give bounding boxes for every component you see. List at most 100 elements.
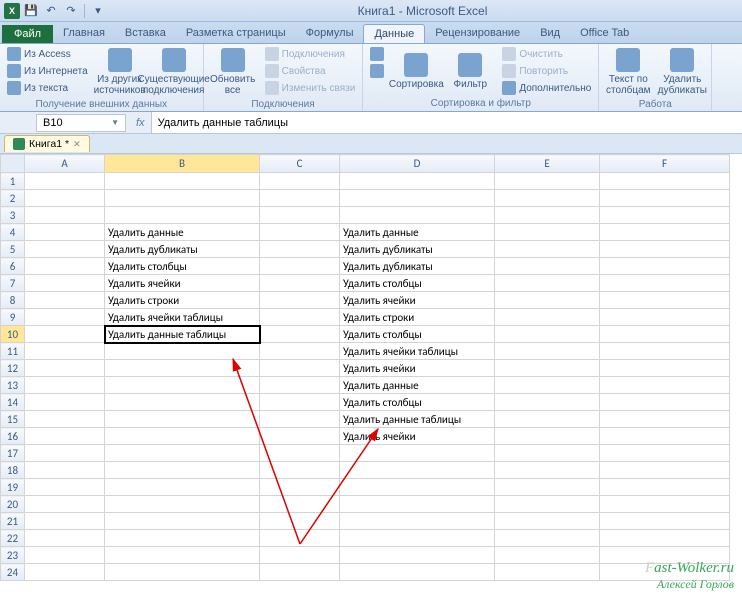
cell-D14[interactable]: Удалить столбцы <box>340 394 495 411</box>
cell-B22[interactable] <box>105 530 260 547</box>
cell-B1[interactable] <box>105 173 260 190</box>
cell-C3[interactable] <box>260 207 340 224</box>
column-header-B[interactable]: B <box>105 155 260 173</box>
cell-E10[interactable] <box>495 326 600 343</box>
cell-A22[interactable] <box>25 530 105 547</box>
cell-F13[interactable] <box>600 377 730 394</box>
cell-F20[interactable] <box>600 496 730 513</box>
sort-button[interactable]: Сортировка <box>391 46 441 97</box>
filter-button[interactable]: Фильтр <box>445 46 495 97</box>
cell-E18[interactable] <box>495 462 600 479</box>
cell-F10[interactable] <box>600 326 730 343</box>
cell-B16[interactable] <box>105 428 260 445</box>
from-web-button[interactable]: Из Интернета <box>4 63 91 79</box>
refresh-all-button[interactable]: Обновить все <box>208 46 258 98</box>
cell-A17[interactable] <box>25 445 105 462</box>
cell-C10[interactable] <box>260 326 340 343</box>
cell-D5[interactable]: Удалить дубликаты <box>340 241 495 258</box>
cell-D6[interactable]: Удалить дубликаты <box>340 258 495 275</box>
column-header-F[interactable]: F <box>600 155 730 173</box>
cell-C14[interactable] <box>260 394 340 411</box>
cell-D21[interactable] <box>340 513 495 530</box>
cell-A2[interactable] <box>25 190 105 207</box>
cell-E1[interactable] <box>495 173 600 190</box>
row-header-4[interactable]: 4 <box>1 224 25 241</box>
cell-A14[interactable] <box>25 394 105 411</box>
cell-D23[interactable] <box>340 547 495 564</box>
cell-B23[interactable] <box>105 547 260 564</box>
cell-C24[interactable] <box>260 564 340 581</box>
connections-button[interactable]: Подключения <box>262 46 359 62</box>
cell-D3[interactable] <box>340 207 495 224</box>
file-tab[interactable]: Файл <box>2 25 53 43</box>
cell-A16[interactable] <box>25 428 105 445</box>
row-header-13[interactable]: 13 <box>1 377 25 394</box>
row-header-11[interactable]: 11 <box>1 343 25 360</box>
cell-C8[interactable] <box>260 292 340 309</box>
cell-B9[interactable]: Удалить ячейки таблицы <box>105 309 260 326</box>
ribbon-tab-данные[interactable]: Данные <box>363 24 425 43</box>
cell-D15[interactable]: Удалить данные таблицы <box>340 411 495 428</box>
cell-D1[interactable] <box>340 173 495 190</box>
cell-C21[interactable] <box>260 513 340 530</box>
row-header-10[interactable]: 10 <box>1 326 25 343</box>
ribbon-tab-формулы[interactable]: Формулы <box>296 24 364 43</box>
cell-B2[interactable] <box>105 190 260 207</box>
cell-A12[interactable] <box>25 360 105 377</box>
cell-F17[interactable] <box>600 445 730 462</box>
cell-B8[interactable]: Удалить строки <box>105 292 260 309</box>
cell-F5[interactable] <box>600 241 730 258</box>
remove-duplicates-button[interactable]: Удалить дубликаты <box>657 46 707 98</box>
cell-A9[interactable] <box>25 309 105 326</box>
cell-C4[interactable] <box>260 224 340 241</box>
cell-C16[interactable] <box>260 428 340 445</box>
cell-E22[interactable] <box>495 530 600 547</box>
cell-E21[interactable] <box>495 513 600 530</box>
fx-icon[interactable]: fx <box>130 117 151 129</box>
row-header-8[interactable]: 8 <box>1 292 25 309</box>
row-header-20[interactable]: 20 <box>1 496 25 513</box>
row-header-15[interactable]: 15 <box>1 411 25 428</box>
cell-B12[interactable] <box>105 360 260 377</box>
cell-E19[interactable] <box>495 479 600 496</box>
cell-B17[interactable] <box>105 445 260 462</box>
cell-E11[interactable] <box>495 343 600 360</box>
cell-A8[interactable] <box>25 292 105 309</box>
cell-A21[interactable] <box>25 513 105 530</box>
cell-B24[interactable] <box>105 564 260 581</box>
cell-F18[interactable] <box>600 462 730 479</box>
cell-E14[interactable] <box>495 394 600 411</box>
ribbon-tab-разметка-страницы[interactable]: Разметка страницы <box>176 24 296 43</box>
cell-F21[interactable] <box>600 513 730 530</box>
cell-B6[interactable]: Удалить столбцы <box>105 258 260 275</box>
column-header-C[interactable]: C <box>260 155 340 173</box>
from-access-button[interactable]: Из Access <box>4 46 91 62</box>
cell-A6[interactable] <box>25 258 105 275</box>
namebox-dropdown-icon[interactable]: ▼ <box>111 118 119 127</box>
cell-A24[interactable] <box>25 564 105 581</box>
cell-E7[interactable] <box>495 275 600 292</box>
cell-F8[interactable] <box>600 292 730 309</box>
cell-E5[interactable] <box>495 241 600 258</box>
ribbon-tab-вставка[interactable]: Вставка <box>115 24 176 43</box>
cell-F22[interactable] <box>600 530 730 547</box>
cell-A20[interactable] <box>25 496 105 513</box>
cell-B4[interactable]: Удалить данные <box>105 224 260 241</box>
cell-D18[interactable] <box>340 462 495 479</box>
cell-C7[interactable] <box>260 275 340 292</box>
cell-C19[interactable] <box>260 479 340 496</box>
cell-D2[interactable] <box>340 190 495 207</box>
row-header-24[interactable]: 24 <box>1 564 25 581</box>
cell-C23[interactable] <box>260 547 340 564</box>
cell-E6[interactable] <box>495 258 600 275</box>
cell-A15[interactable] <box>25 411 105 428</box>
cell-B5[interactable]: Удалить дубликаты <box>105 241 260 258</box>
cell-C22[interactable] <box>260 530 340 547</box>
cell-D16[interactable]: Удалить ячейки <box>340 428 495 445</box>
cell-A19[interactable] <box>25 479 105 496</box>
cell-A13[interactable] <box>25 377 105 394</box>
cell-F12[interactable] <box>600 360 730 377</box>
cell-B10[interactable]: Удалить данные таблицы <box>105 326 260 343</box>
cell-E16[interactable] <box>495 428 600 445</box>
cell-C17[interactable] <box>260 445 340 462</box>
